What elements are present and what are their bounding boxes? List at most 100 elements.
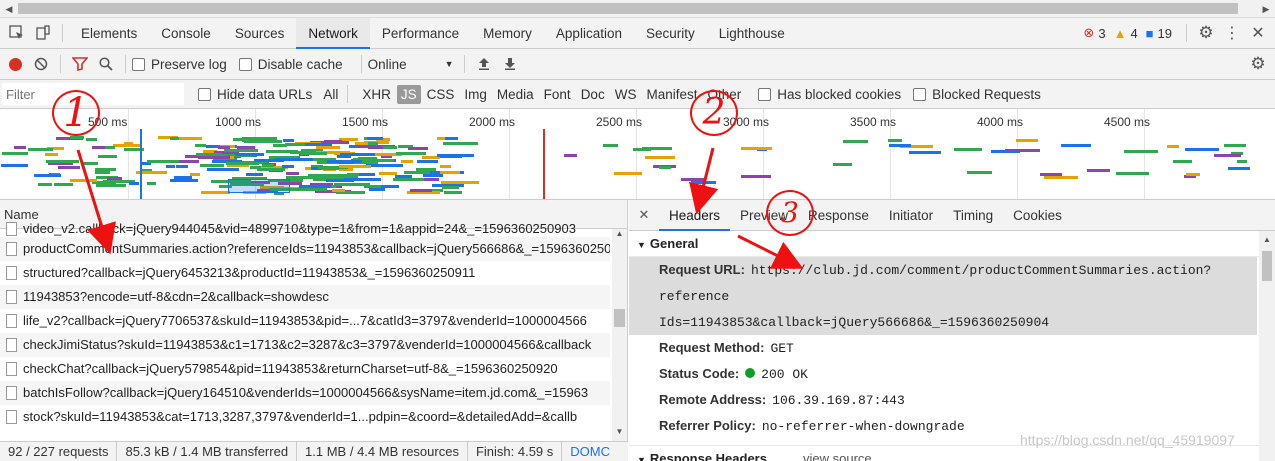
- request-row[interactable]: structured?callback=jQuery6453213&produc…: [0, 261, 610, 285]
- request-row[interactable]: stock?skuId=11943853&cat=1713,3287,3797&…: [0, 405, 610, 429]
- timeline-request-bar: [442, 186, 459, 190]
- disable-cache-checkbox[interactable]: Disable cache: [238, 57, 343, 72]
- detail-vertical-scrollbar[interactable]: ▲: [1259, 231, 1275, 461]
- timeline-request-bar: [1004, 149, 1040, 153]
- referrer-policy-label: Referrer Policy:: [659, 418, 756, 433]
- scroll-up-icon[interactable]: ▲: [612, 229, 627, 243]
- error-count: 3: [1098, 25, 1106, 41]
- tab-lighthouse[interactable]: Lighthouse: [707, 18, 797, 49]
- timeline-request-bar: [400, 159, 414, 163]
- filter-type-doc[interactable]: Doc: [577, 85, 609, 104]
- tab-memory[interactable]: Memory: [471, 18, 544, 49]
- filter-type-ws[interactable]: WS: [611, 85, 641, 104]
- settings-gear-icon[interactable]: ⚙: [1193, 20, 1219, 46]
- import-har-icon[interactable]: [471, 51, 497, 77]
- checkbox-box[interactable]: [758, 87, 772, 101]
- inspect-element-icon[interactable]: [4, 20, 30, 46]
- scroll-down-icon[interactable]: ▼: [612, 427, 627, 441]
- detail-tab-timing[interactable]: Timing: [943, 200, 1003, 231]
- warning-count: 4: [1130, 25, 1138, 41]
- tab-network[interactable]: Network: [296, 17, 370, 49]
- timeline-request-bar: [416, 159, 439, 163]
- scrollbar-thumb[interactable]: [1262, 251, 1272, 281]
- tab-sources[interactable]: Sources: [223, 18, 297, 49]
- network-overview-timeline[interactable]: 500 ms 1000 ms 1500 ms 2000 ms 2500 ms 3000 m…: [0, 109, 1275, 200]
- timeline-request-bar: [1039, 173, 1062, 177]
- filter-type-img[interactable]: Img: [460, 85, 491, 104]
- throttling-value: Online: [367, 56, 407, 72]
- scroll-left-icon[interactable]: ◀: [0, 0, 18, 18]
- timeline-selection[interactable]: [228, 179, 290, 193]
- checkbox-box[interactable]: [198, 87, 211, 101]
- timeline-request-bar: [645, 156, 676, 160]
- checkbox-box[interactable]: [238, 57, 252, 71]
- timeline-request-bar: [104, 146, 115, 150]
- request-row[interactable]: checkChat?callback=jQuery579854&pid=1194…: [0, 357, 610, 381]
- checkbox-box[interactable]: [132, 57, 145, 71]
- filter-type-xhr[interactable]: XHR: [358, 85, 395, 104]
- request-row[interactable]: checkJimiStatus?skuId=11943853&c1=1713&c…: [0, 333, 610, 357]
- more-options-icon[interactable]: ⋮: [1219, 20, 1245, 46]
- tab-application[interactable]: Application: [544, 18, 634, 49]
- list-vertical-scrollbar[interactable]: ▲ ▼: [612, 229, 627, 441]
- timeline-request-bar: [261, 163, 274, 167]
- issue-counters[interactable]: ⊗ 3 ▲ 4 ■ 19: [1083, 25, 1172, 41]
- filter-type-media[interactable]: Media: [493, 85, 538, 104]
- filter-icon[interactable]: [67, 51, 93, 77]
- throttling-select[interactable]: Online ▼: [368, 57, 454, 72]
- timeline-request-bar: [97, 155, 118, 159]
- request-row[interactable]: productCommentSummaries.action?reference…: [0, 237, 610, 261]
- request-row[interactable]: video_v2.callback=jQuery944045&vid=48997…: [0, 221, 610, 237]
- request-row[interactable]: life_v2?callback=jQuery7706537&skuId=119…: [0, 309, 610, 333]
- request-row[interactable]: batchIsFollow?callback=jQuery164510&vend…: [0, 381, 610, 405]
- device-toolbar-icon[interactable]: [30, 20, 56, 46]
- filter-type-all[interactable]: All: [319, 85, 342, 104]
- timeline-tick-label: 2500 ms: [596, 115, 643, 129]
- export-har-icon[interactable]: [497, 51, 523, 77]
- search-icon[interactable]: [93, 51, 119, 77]
- network-settings-gear-icon[interactable]: ⚙: [1245, 51, 1271, 77]
- timeline-request-bar: [69, 135, 85, 139]
- filter-type-js[interactable]: JS: [396, 84, 421, 104]
- general-section-header[interactable]: ▼ General: [629, 231, 1275, 257]
- timeline-request-bar: [123, 142, 133, 146]
- clear-icon[interactable]: [28, 51, 54, 77]
- request-row[interactable]: 11943853?encode=utf-8&cdn=2&callback=sho…: [0, 285, 610, 309]
- hide-data-urls-checkbox[interactable]: Hide data URLs: [198, 87, 312, 102]
- tab-security[interactable]: Security: [634, 18, 707, 49]
- preserve-log-checkbox[interactable]: Preserve log: [132, 57, 227, 72]
- timeline-request-bar: [383, 164, 400, 168]
- tab-elements[interactable]: Elements: [69, 18, 149, 49]
- scroll-up-icon[interactable]: ▲: [1259, 235, 1275, 244]
- scroll-right-icon[interactable]: ▶: [1257, 0, 1275, 18]
- view-source-link[interactable]: view source: [803, 451, 872, 461]
- filter-type-font[interactable]: Font: [540, 85, 575, 104]
- filter-bar: Hide data URLs All XHRJSCSSImgMediaFontDo…: [0, 80, 1275, 109]
- horizontal-scrollbar[interactable]: ◀ ▶: [0, 0, 1275, 18]
- timeline-request-bar: [107, 177, 122, 181]
- finish-time: Finish: 4.59 s: [468, 441, 563, 461]
- record-icon[interactable]: [2, 51, 28, 77]
- filter-type-css[interactable]: CSS: [423, 85, 459, 104]
- close-devtools-icon[interactable]: ✕: [1245, 20, 1271, 46]
- timeline-request-bar: [1087, 168, 1110, 172]
- has-blocked-cookies-checkbox[interactable]: Has blocked cookies: [758, 87, 901, 102]
- detail-tab-headers[interactable]: Headers: [659, 200, 731, 231]
- detail-tab-cookies[interactable]: Cookies: [1003, 200, 1072, 231]
- status-code-row: Status Code: 200 OK: [629, 361, 1275, 387]
- tab-console[interactable]: Console: [149, 18, 223, 49]
- timeline-request-bar: [46, 160, 79, 164]
- timeline-request-bar: [1061, 143, 1091, 147]
- timeline-request-bar: [37, 183, 52, 187]
- timeline-request-bar: [953, 147, 982, 151]
- scrollbar-thumb[interactable]: [614, 309, 625, 327]
- response-headers-title: Response Headers: [649, 451, 767, 461]
- timeline-request-bar: [336, 191, 366, 195]
- tab-performance[interactable]: Performance: [370, 18, 471, 49]
- blocked-requests-checkbox[interactable]: Blocked Requests: [913, 87, 1041, 102]
- checkbox-box[interactable]: [913, 87, 927, 101]
- file-icon: [6, 338, 17, 352]
- close-detail-icon[interactable]: ✕: [629, 202, 659, 228]
- scrollbar-thumb[interactable]: [18, 3, 1238, 14]
- detail-tab-initiator[interactable]: Initiator: [879, 200, 943, 231]
